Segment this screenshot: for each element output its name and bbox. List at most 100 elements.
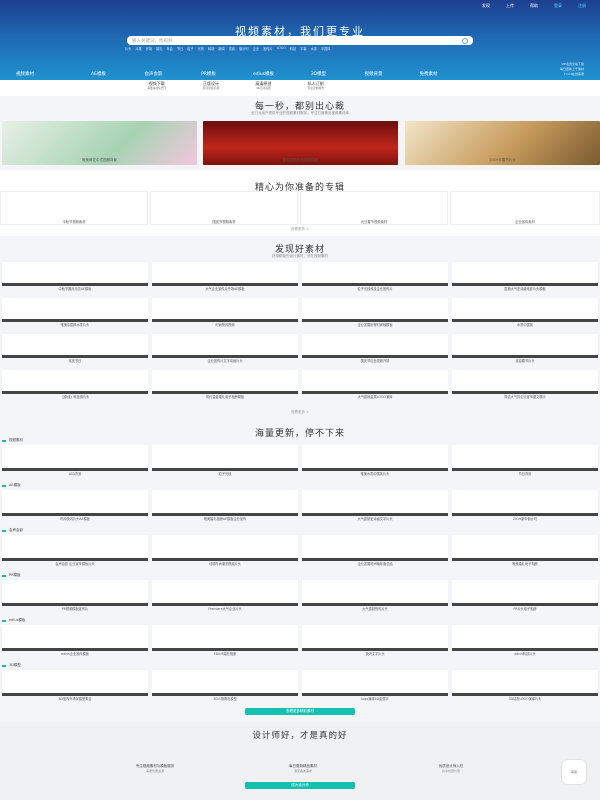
material-card[interactable]: 时尚快闪片头AE模板 bbox=[2, 490, 148, 521]
category-name[interactable]: 3D模型 bbox=[9, 663, 21, 668]
subnav-item[interactable]: 私人订制 专业定制服务 bbox=[307, 82, 324, 91]
material-card[interactable]: 3D人物角色模型 bbox=[152, 670, 298, 701]
material-card[interactable]: 国庆节红色党政开场 bbox=[302, 334, 448, 363]
material-card[interactable]: 水墨中国风 bbox=[452, 298, 598, 327]
material-card[interactable]: 欢庆节日 bbox=[2, 334, 148, 363]
category-name[interactable]: 会声会影 bbox=[9, 528, 23, 533]
album-card[interactable]: 中秋节视频素材 bbox=[0, 191, 148, 225]
material-card[interactable]: 震撼大气史诗级电影片头模板 bbox=[452, 262, 598, 291]
hotword[interactable]: 宣传片 bbox=[263, 46, 273, 51]
material-card[interactable]: 企业发展历程时间轴模板 bbox=[302, 298, 448, 327]
category-item[interactable]: 视频素材 bbox=[16, 71, 71, 77]
view-more-button[interactable]: 查看更多精彩素材 bbox=[245, 708, 355, 715]
category-name[interactable]: edius模板 bbox=[9, 618, 25, 623]
category-item[interactable]: 3D模型 bbox=[291, 71, 346, 77]
category-name[interactable]: AE模板 bbox=[9, 483, 21, 488]
material-card[interactable]: 3D室内外场景模型集合 bbox=[2, 670, 148, 701]
hotword[interactable]: 光效 bbox=[198, 46, 204, 51]
hotword[interactable]: 科技 bbox=[290, 46, 296, 51]
become-designer-button[interactable]: 成为设计师 bbox=[245, 782, 355, 789]
album-card[interactable]: 企业宣传素材 bbox=[450, 191, 600, 225]
material-card[interactable]: 唯美婚礼相册AE模板企业宣传 bbox=[152, 490, 298, 521]
hotword[interactable]: 字幕 bbox=[300, 46, 306, 51]
category-marker bbox=[2, 439, 6, 442]
category-item[interactable]: PR模板 bbox=[181, 71, 236, 77]
subnav-item[interactable]: 视频下载 海量素材免费下 bbox=[147, 82, 167, 91]
hotword[interactable]: 党政 bbox=[229, 46, 235, 51]
material-card[interactable]: 唯美水墨中国风片头 bbox=[302, 445, 448, 476]
category-name[interactable]: 视频素材 bbox=[9, 438, 23, 443]
material-card[interactable]: 快闪文字片头 bbox=[302, 625, 448, 656]
material-card[interactable]: edius科技片头 bbox=[452, 625, 598, 656]
hotword[interactable]: 转场 bbox=[208, 46, 214, 51]
material-card[interactable]: 时尚快闪视频 bbox=[152, 298, 298, 327]
login-link[interactable]: 登录 bbox=[554, 3, 562, 9]
hotword[interactable]: 婚礼 bbox=[156, 46, 162, 51]
material-card[interactable]: 动感时尚潮流视频片头 bbox=[152, 535, 298, 566]
category-item[interactable]: 视频背景 bbox=[346, 71, 401, 77]
material-card[interactable]: 【原创】科技感片头 bbox=[2, 370, 148, 399]
hotword[interactable]: 片头 bbox=[125, 46, 131, 51]
material-card[interactable]: 企业发展时间轴年度总结 bbox=[302, 535, 448, 566]
hotword[interactable]: 节日 bbox=[177, 46, 183, 51]
search-input[interactable]: 输入关键词，找视频 bbox=[132, 38, 462, 44]
category-name[interactable]: PR模板 bbox=[9, 573, 21, 578]
material-card[interactable]: 2019新年倒计时 bbox=[452, 490, 598, 521]
material-card[interactable]: 唯美中国风水墨片头 bbox=[2, 298, 148, 327]
category-item[interactable]: edius模板 bbox=[236, 71, 291, 77]
material-title: edius科技片头 bbox=[514, 652, 536, 656]
category-marker bbox=[2, 574, 6, 577]
material-card[interactable]: 大气震撼史诗级文字片头 bbox=[302, 490, 448, 521]
more-link[interactable]: 查看更多 > bbox=[0, 410, 600, 415]
hotword[interactable]: 粒子 bbox=[187, 46, 193, 51]
material-card[interactable]: EDIUS婚礼相册 bbox=[152, 625, 298, 656]
material-card[interactable]: PR片头电子相册 bbox=[452, 580, 598, 611]
material-card[interactable]: Premiere大气企业片头 bbox=[152, 580, 298, 611]
hotword[interactable]: 水墨 bbox=[311, 46, 317, 51]
category-header: 会声会影 bbox=[2, 528, 23, 533]
material-card[interactable]: 简洁大气的企业宣传图文展示 bbox=[452, 370, 598, 399]
nav-discover[interactable]: 发现 bbox=[482, 3, 490, 9]
material-card[interactable]: 喜迎春节片头 bbox=[452, 334, 598, 363]
material-card[interactable]: PR视频模板宣传片 bbox=[2, 580, 148, 611]
material-card[interactable]: 大气企业宣传片开场AE模板 bbox=[152, 262, 298, 291]
search-box[interactable]: 输入关键词，找视频 bbox=[127, 36, 473, 45]
hotword[interactable]: 开场 bbox=[146, 46, 152, 51]
nav-upload[interactable]: 上传 bbox=[506, 3, 514, 9]
album-card[interactable]: 国庆节视频素材 bbox=[150, 191, 298, 225]
album-card[interactable]: 元旦春节视频素材 bbox=[300, 191, 448, 225]
material-card[interactable]: edius企业宣传模板 bbox=[2, 625, 148, 656]
hotword[interactable]: 片尾 bbox=[135, 46, 141, 51]
material-card[interactable]: 中秋节圆月月亮AE模板 bbox=[2, 262, 148, 291]
material-card[interactable]: 节日背景 bbox=[452, 445, 598, 476]
material-card[interactable]: logo演绎3D金属字 bbox=[302, 670, 448, 701]
category-item[interactable]: 会声会影 bbox=[126, 71, 181, 77]
hotword[interactable]: 中国风 bbox=[321, 46, 331, 51]
material-card[interactable]: 3D动态LOGO演绎片头 bbox=[452, 670, 598, 701]
subnav-item[interactable]: 高清原创 4K高清画质 bbox=[255, 82, 271, 91]
register-link[interactable]: 注册 bbox=[578, 3, 586, 9]
material-card[interactable]: 会声会影 企业宣传模板片头 bbox=[2, 535, 148, 566]
hotword[interactable]: 新闻 bbox=[218, 46, 224, 51]
material-card[interactable]: LED背景 bbox=[2, 445, 148, 476]
material-card[interactable]: 粒子光线科技企业宣传片 bbox=[302, 262, 448, 291]
material-card[interactable]: 粒子光线 bbox=[152, 445, 298, 476]
material-card[interactable]: 企业宣传片文字动画片头 bbox=[152, 334, 298, 363]
category-item[interactable]: 免费素材 bbox=[401, 71, 456, 77]
hotword[interactable]: LOGO bbox=[277, 46, 286, 51]
material-card[interactable]: 大气震撼快闪片头 bbox=[302, 580, 448, 611]
material-title: PR片头电子相册 bbox=[513, 607, 537, 611]
hotword[interactable]: 倒计时 bbox=[239, 46, 249, 51]
hotword[interactable]: 企业 bbox=[253, 46, 259, 51]
material-card[interactable]: 唯美婚礼电子相册 bbox=[452, 535, 598, 566]
subnav-item[interactable]: 正版设计 原创授权商用 bbox=[203, 82, 220, 91]
hotword[interactable]: 年会 bbox=[167, 46, 173, 51]
material-card[interactable]: 大气震撼金属LOGO演绎 bbox=[302, 370, 448, 399]
search-icon[interactable] bbox=[462, 37, 468, 44]
category-item[interactable]: AE模板 bbox=[71, 71, 126, 77]
material-card[interactable]: 简约温馨婚礼电子相册模板 bbox=[152, 370, 298, 399]
service-badge[interactable]: 客服 bbox=[562, 760, 586, 784]
nav-help[interactable]: 帮助 bbox=[530, 3, 538, 9]
more-link[interactable]: 查看更多 > bbox=[0, 227, 600, 232]
material-title: 会声会影 企业宣传模板片头 bbox=[55, 562, 95, 566]
